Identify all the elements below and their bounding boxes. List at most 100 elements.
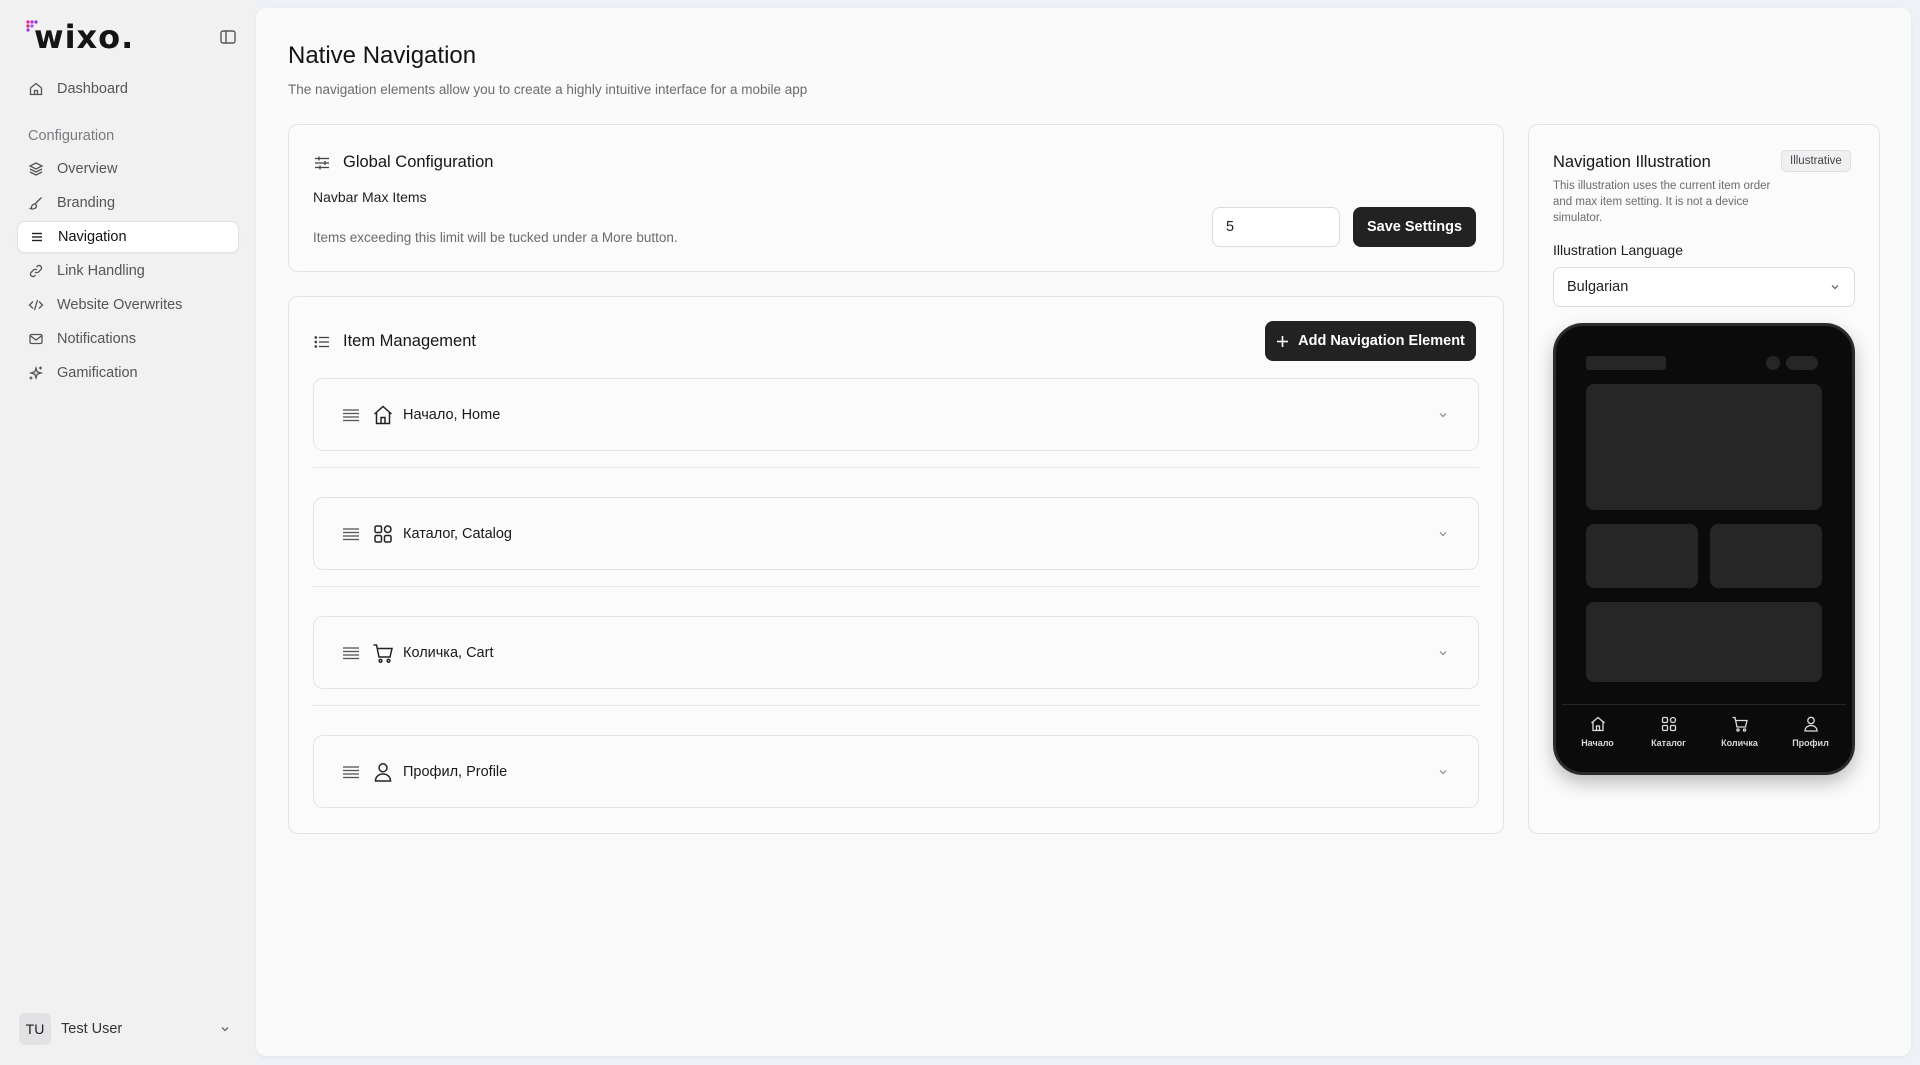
nav-element-item[interactable]: Начало, Home xyxy=(313,378,1479,451)
chevron-down-icon xyxy=(221,1027,229,1032)
home-icon xyxy=(29,82,43,96)
phone-pill-placeholder xyxy=(1786,356,1818,370)
add-navigation-element-button[interactable]: Add Navigation Element xyxy=(1265,321,1476,361)
logo[interactable]: wixo. xyxy=(26,18,240,58)
phone-title-placeholder xyxy=(1586,356,1666,370)
sidebar-item-label: Link Handling xyxy=(57,263,145,279)
phone-tab-label: Каталог xyxy=(1651,738,1686,748)
user-name: Test User xyxy=(61,1021,123,1037)
sidebar-item-label: Gamification xyxy=(57,365,138,381)
chevron-down-icon[interactable] xyxy=(1436,408,1450,422)
link-icon xyxy=(29,264,43,278)
chevron-down-icon[interactable] xyxy=(1436,646,1450,660)
sidebar-item-navigation[interactable]: Navigation xyxy=(17,221,239,253)
sidebar-item-label: Branding xyxy=(57,195,116,211)
sidebar-item-label: Notifications xyxy=(57,331,136,347)
code-icon xyxy=(28,299,44,311)
navbar-max-items-input[interactable] xyxy=(1212,207,1340,247)
illustrative-badge: Illustrative xyxy=(1781,150,1851,172)
brush-icon xyxy=(28,197,42,210)
main-panel: Native Navigation The navigation element… xyxy=(256,8,1911,1056)
page-subtitle: The navigation elements allow you to cre… xyxy=(288,82,808,97)
nav-element-label: Каталог, Catalog xyxy=(403,525,512,542)
sidebar-item-overview[interactable]: Overview xyxy=(17,153,239,185)
page-title: Native Navigation xyxy=(288,42,477,69)
global-config-card: Global Configuration Navbar Max Items It… xyxy=(288,124,1504,272)
card-title: Navigation Illustration xyxy=(1553,153,1711,171)
grid-icon xyxy=(1661,716,1676,732)
chevron-down-icon[interactable] xyxy=(1436,527,1450,541)
phone-tab-cart: Количка xyxy=(1704,705,1775,766)
sidebar: wixo. Dashboard Configuration Overview B… xyxy=(0,0,256,1065)
phone-tab-catalog: Каталог xyxy=(1633,705,1704,766)
card-title: Item Management xyxy=(343,332,476,350)
home-icon xyxy=(1590,716,1605,732)
illustration-language-value: Bulgarian xyxy=(1567,279,1629,295)
phone-tile-placeholder xyxy=(1586,524,1698,588)
phone-hero-placeholder xyxy=(1586,384,1822,510)
phone-tab-label: Начало xyxy=(1581,738,1614,748)
card-header: Global Configuration xyxy=(313,153,493,172)
sidebar-item-branding[interactable]: Branding xyxy=(17,187,239,219)
phone-content-placeholder xyxy=(1586,602,1822,682)
plus-icon xyxy=(1277,335,1289,347)
sidebar-item-link-handling[interactable]: Link Handling xyxy=(17,255,239,287)
layers-icon xyxy=(28,162,44,176)
divider xyxy=(313,705,1479,706)
phone-tab-bar: Начало Каталог Количка Профил xyxy=(1562,704,1846,766)
mail-icon xyxy=(29,333,43,345)
phone-tab-label: Количка xyxy=(1721,738,1758,748)
drag-handle-icon[interactable] xyxy=(341,643,361,663)
user-icon xyxy=(374,762,392,782)
add-navigation-element-label: Add Navigation Element xyxy=(1298,333,1465,349)
navigation-illustration-card: Navigation Illustration Illustrative Thi… xyxy=(1528,124,1880,834)
sidebar-item-label: Navigation xyxy=(58,229,127,245)
sidebar-item-label: Overview xyxy=(57,161,118,177)
chevron-down-icon xyxy=(1831,285,1839,290)
divider xyxy=(313,467,1479,468)
sidebar-section-label: Configuration xyxy=(28,128,115,144)
drag-handle-icon[interactable] xyxy=(341,762,361,782)
phone-tab-profile: Профил xyxy=(1775,705,1846,766)
avatar: TU xyxy=(19,1013,51,1045)
save-settings-button[interactable]: Save Settings xyxy=(1353,207,1476,247)
illustration-language-select[interactable]: Bulgarian xyxy=(1553,267,1855,307)
sliders-icon xyxy=(315,156,329,169)
drag-handle-icon[interactable] xyxy=(341,524,361,544)
sidebar-item-website-overwrites[interactable]: Website Overwrites xyxy=(17,289,239,321)
sidebar-item-dashboard[interactable]: Dashboard xyxy=(17,73,239,105)
phone-tile-placeholder xyxy=(1710,524,1822,588)
nav-element-label: Начало, Home xyxy=(403,406,501,423)
sidebar-item-gamification[interactable]: Gamification xyxy=(17,357,239,389)
grid-icon xyxy=(374,524,392,543)
illustration-description: This illustration uses the current item … xyxy=(1553,180,1771,224)
cart-icon xyxy=(373,643,393,663)
logo-text: wixo. xyxy=(34,18,135,56)
sidebar-toggle-button[interactable] xyxy=(218,27,238,47)
nav-element-item[interactable]: Количка, Cart xyxy=(313,616,1479,689)
nav-element-item[interactable]: Каталог, Catalog xyxy=(313,497,1479,570)
user-menu[interactable]: TU Test User xyxy=(19,1012,231,1046)
sparkles-icon xyxy=(28,365,44,381)
home-icon xyxy=(374,404,392,424)
drag-handle-icon[interactable] xyxy=(341,405,361,425)
card-header: Item Management xyxy=(313,332,476,351)
card-title: Global Configuration xyxy=(343,153,494,171)
illustration-language-label: Illustration Language xyxy=(1553,242,1683,258)
navbar-max-items-hint: Items exceeding this limit will be tucke… xyxy=(313,230,678,245)
sidebar-item-label: Dashboard xyxy=(57,81,128,97)
nav-element-label: Профил, Profile xyxy=(403,763,508,780)
cart-icon xyxy=(1732,716,1748,732)
sidebar-toggle-icon xyxy=(220,30,236,44)
item-management-card: Item Management Add Navigation Element Н… xyxy=(288,296,1504,834)
chevron-down-icon[interactable] xyxy=(1436,765,1450,779)
nav-element-item[interactable]: Профил, Profile xyxy=(313,735,1479,808)
divider xyxy=(313,586,1479,587)
sidebar-item-notifications[interactable]: Notifications xyxy=(17,323,239,355)
phone-tab-home: Начало xyxy=(1562,705,1633,766)
phone-preview: Начало Каталог Количка Профил xyxy=(1553,323,1855,775)
phone-dot-placeholder xyxy=(1766,356,1780,370)
nav-element-label: Количка, Cart xyxy=(403,644,494,661)
menu-icon xyxy=(32,232,42,242)
user-icon xyxy=(1803,716,1818,732)
